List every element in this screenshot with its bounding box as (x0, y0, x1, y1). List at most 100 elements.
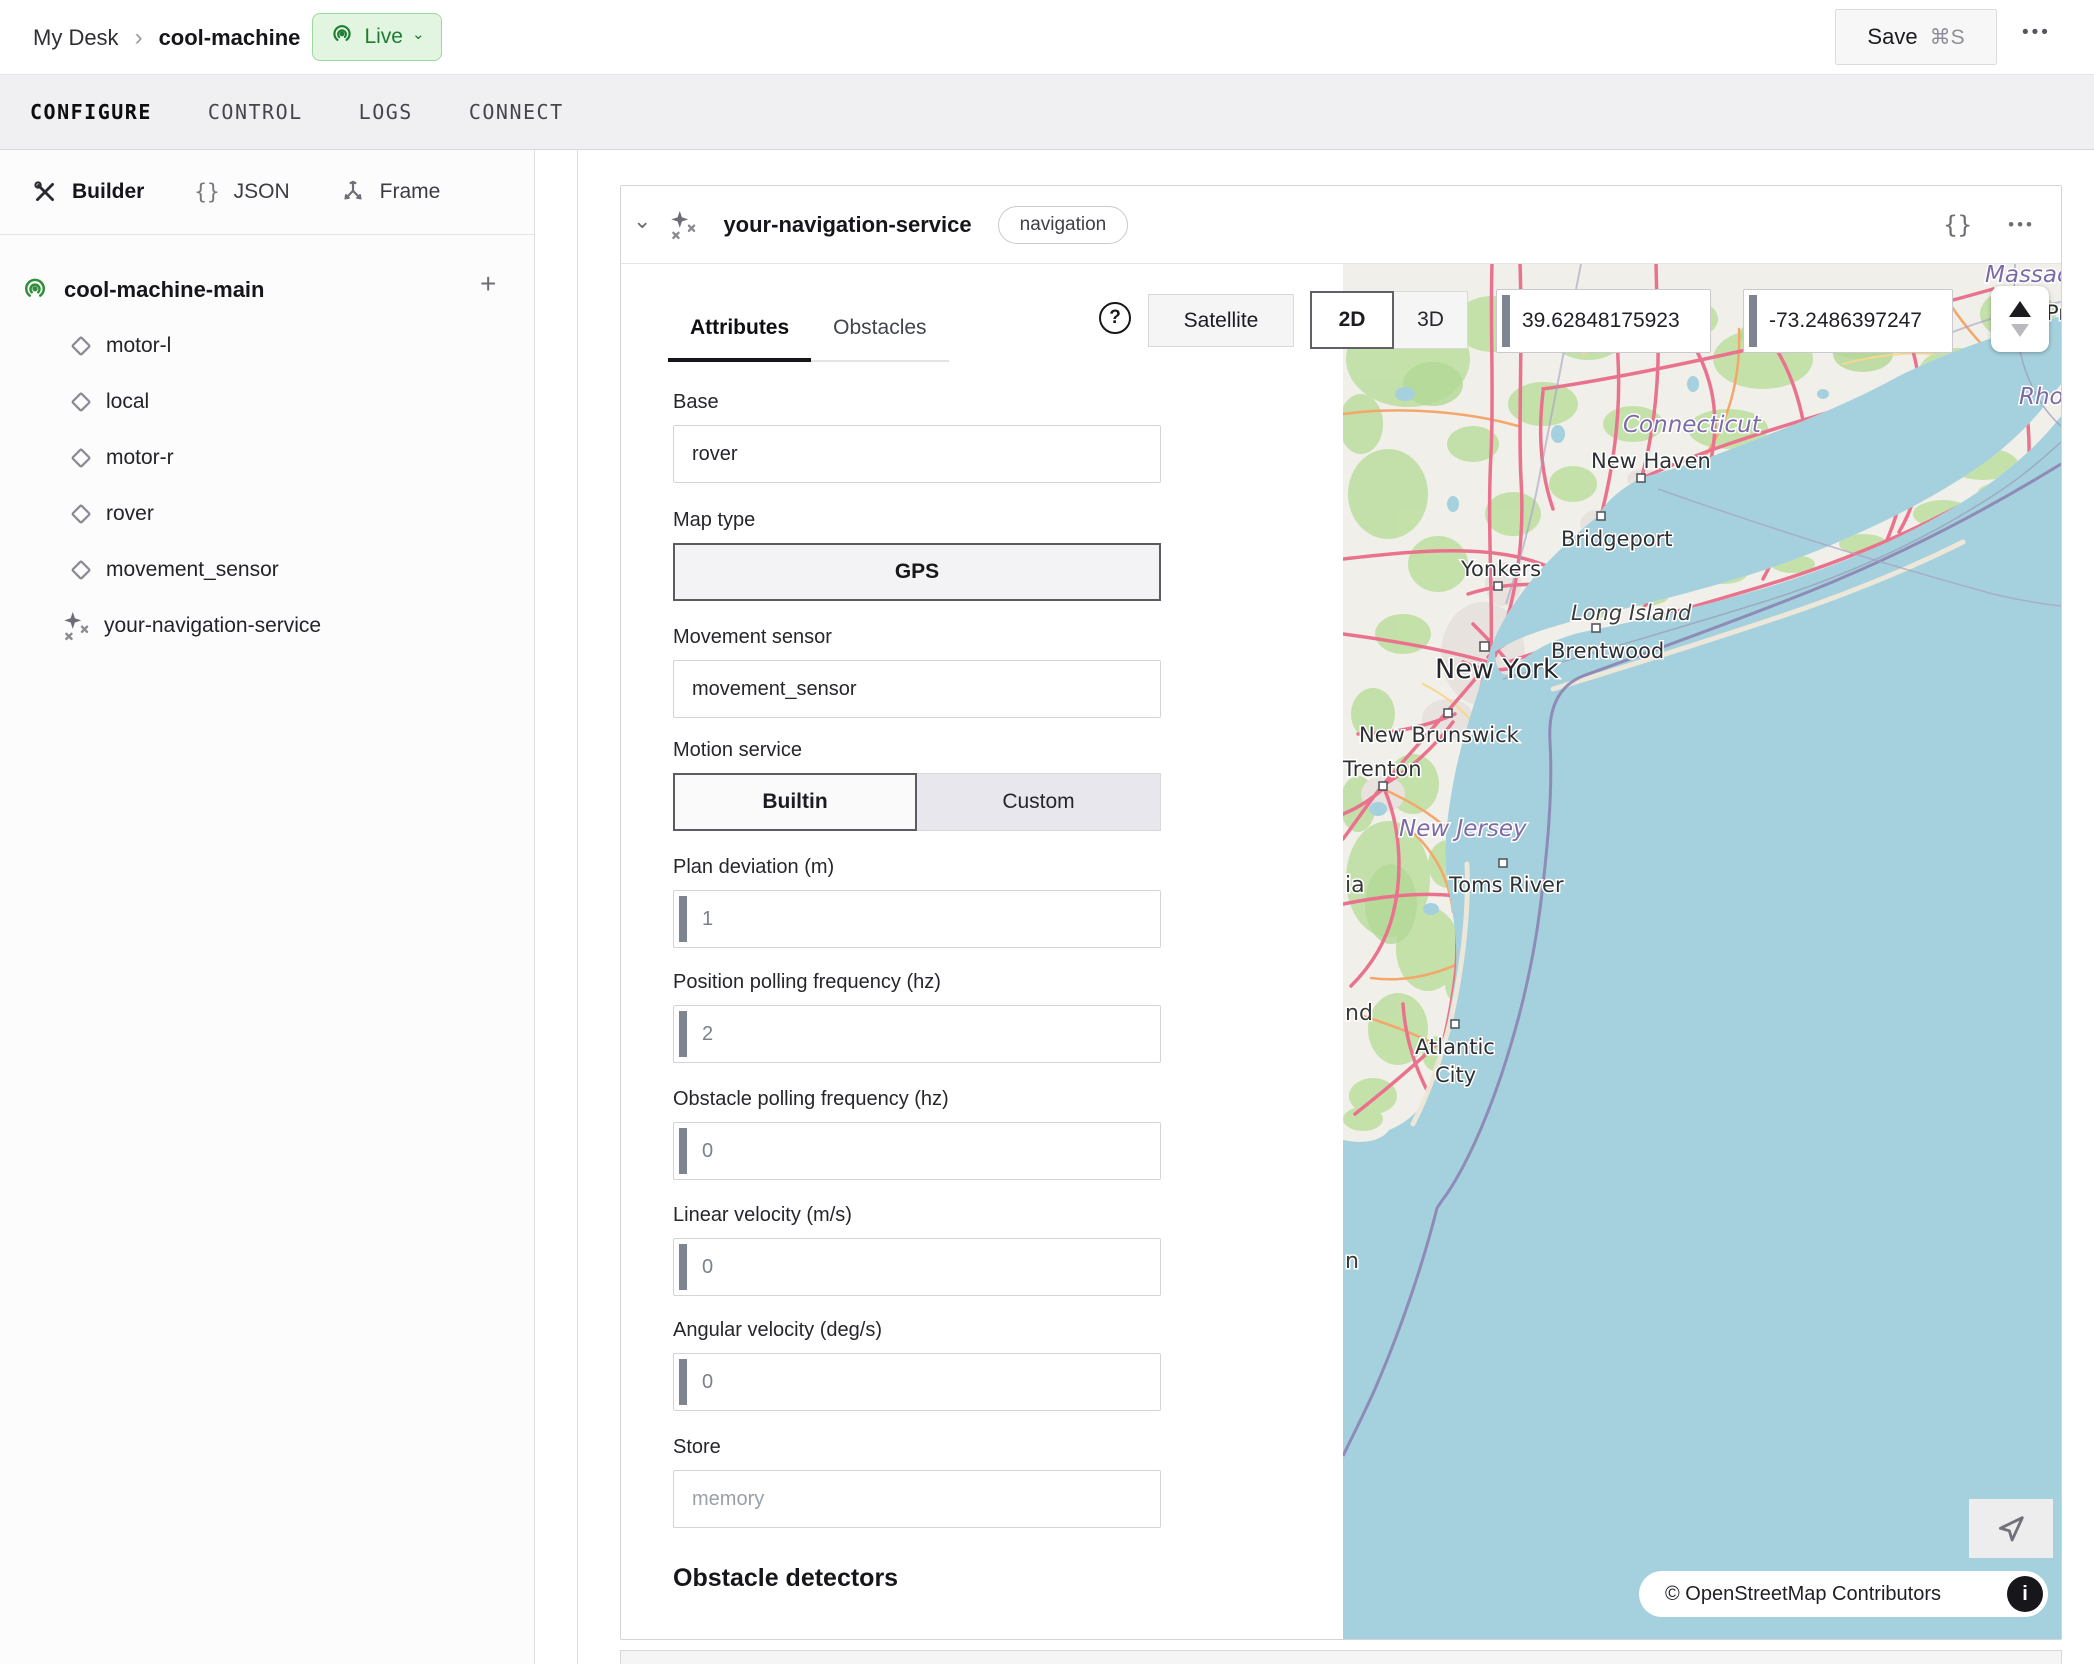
map-label-trenton: Trenton (1343, 757, 1422, 781)
tab-control[interactable]: CONTROL (208, 100, 303, 124)
zoom-in-icon[interactable] (2009, 301, 2031, 317)
tab-obstacles[interactable]: Obstacles (811, 304, 948, 360)
plan-deviation-input[interactable]: 1 (673, 890, 1161, 948)
navigation-map[interactable]: Connecticut Massac Rhod Pro New Haven Br… (1343, 264, 2061, 1639)
field-obstacle-polling: Obstacle polling frequency (hz) 0 (673, 1088, 1161, 1180)
frame-axes-icon (340, 179, 366, 205)
field-map-type: Map type GPS (673, 509, 1161, 601)
info-icon[interactable]: i (2007, 1576, 2043, 1612)
map-attribution: © OpenStreetMap Contributors i (1639, 1571, 2048, 1617)
save-shortcut: ⌘S (1930, 25, 1965, 50)
linear-velocity-label: Linear velocity (m/s) (673, 1204, 1161, 1227)
tab-attributes[interactable]: Attributes (668, 304, 811, 360)
more-menu-button[interactable]: ••• (2022, 22, 2051, 44)
next-card-edge[interactable] (620, 1650, 2062, 1664)
component-diamond-icon (66, 555, 96, 585)
sidebar-view-tabs: Builder {} JSON Frame (0, 150, 534, 235)
map-label-atlantic-city: City (1435, 1063, 1476, 1087)
help-icon[interactable]: ? (1099, 302, 1131, 334)
viewtab-json[interactable]: {} JSON (194, 180, 289, 204)
map-label-bridgeport: Bridgeport (1561, 527, 1673, 551)
viewtab-frame[interactable]: Frame (340, 179, 441, 205)
tab-connect[interactable]: CONNECT (469, 100, 564, 124)
add-component-button[interactable]: + (480, 270, 496, 298)
base-input[interactable]: rover (673, 425, 1161, 483)
angular-velocity-label: Angular velocity (deg/s) (673, 1319, 1161, 1342)
zoom-stepper[interactable] (1991, 286, 2049, 352)
map-label-fragment-nd: nd (1345, 1001, 1373, 1026)
field-movement-sensor: Movement sensor movement_sensor (673, 626, 1161, 718)
linear-velocity-input[interactable]: 0 (673, 1238, 1161, 1296)
service-title: your-navigation-service (723, 212, 971, 238)
tools-icon (32, 179, 58, 205)
map-label-long-island: Long Island (1571, 601, 1692, 625)
mode-3d-button[interactable]: 3D (1394, 291, 1468, 349)
top-bar: My Desk › cool-machine Live ⌄ Save ⌘S ••… (0, 0, 2094, 75)
motion-service-toggle: Builtin Custom (673, 773, 1161, 831)
tab-configure[interactable]: CONFIGURE (30, 100, 152, 124)
card-menu-icon[interactable]: ••• (2008, 215, 2035, 235)
machine-broadcast-icon (20, 275, 50, 305)
map-label-toms-river: Toms River (1448, 873, 1564, 897)
zoom-out-icon[interactable] (2011, 324, 2029, 337)
tree-item-label: your-navigation-service (104, 614, 321, 638)
map-label-brentwood: Brentwood (1551, 639, 1664, 663)
movement-sensor-input[interactable]: movement_sensor (673, 660, 1161, 718)
service-sparkle-icon (60, 609, 94, 643)
live-status-dropdown[interactable]: Live ⌄ (312, 13, 442, 61)
store-label: Store (673, 1436, 1161, 1459)
viewtab-json-label: JSON (234, 180, 290, 204)
viewtab-builder[interactable]: Builder (32, 179, 144, 205)
tree-item-motor-r[interactable]: motor-r (66, 436, 174, 480)
latitude-value: 39.62848175923 (1510, 309, 1680, 333)
obstacle-polling-input[interactable]: 0 (673, 1122, 1161, 1180)
tree-machine-row[interactable]: cool-machine-main (20, 268, 264, 312)
field-position-polling: Position polling frequency (hz) 2 (673, 971, 1161, 1063)
json-view-icon[interactable]: {} (1943, 211, 1972, 239)
angular-velocity-input[interactable]: 0 (673, 1353, 1161, 1411)
tree-item-local[interactable]: local (66, 380, 149, 424)
mode-2d-button[interactable]: 2D (1310, 291, 1394, 349)
tree-item-navigation-service[interactable]: your-navigation-service (60, 604, 321, 648)
map-label-new-jersey: New Jersey (1399, 816, 1527, 842)
tree-item-label: movement_sensor (106, 558, 279, 582)
braces-icon: {} (194, 180, 219, 204)
field-motion-service: Motion service Builtin Custom (673, 739, 1161, 831)
tree-item-label: local (106, 390, 149, 414)
map-type-gps-button[interactable]: GPS (673, 543, 1161, 601)
component-diamond-icon (66, 443, 96, 473)
store-input[interactable]: memory (673, 1470, 1161, 1528)
longitude-input[interactable]: -73.2486397247 (1743, 289, 1953, 353)
longitude-value: -73.2486397247 (1757, 309, 1922, 333)
tree-item-label: motor-r (106, 446, 174, 470)
component-diamond-icon (66, 387, 96, 417)
plan-deviation-label: Plan deviation (m) (673, 856, 1161, 879)
satellite-toggle-button[interactable]: Satellite (1148, 294, 1294, 347)
motion-custom-option[interactable]: Custom (917, 773, 1161, 831)
field-base: Base rover (673, 391, 1161, 483)
component-diamond-icon (66, 499, 96, 529)
motion-builtin-option[interactable]: Builtin (673, 773, 917, 831)
map-label-fragment-n: n (1345, 1249, 1359, 1274)
field-store: Store memory (673, 1436, 1161, 1528)
tree-item-label: rover (106, 502, 154, 526)
breadcrumb: My Desk › cool-machine (33, 0, 300, 75)
tree-item-motor-l[interactable]: motor-l (66, 324, 171, 368)
base-label: Base (673, 391, 1161, 414)
field-plan-deviation: Plan deviation (m) 1 (673, 856, 1161, 948)
save-button[interactable]: Save ⌘S (1835, 9, 1997, 65)
tab-logs[interactable]: LOGS (359, 100, 413, 124)
collapse-chevron-icon[interactable]: ⌄ (633, 208, 651, 234)
position-polling-input[interactable]: 2 (673, 1005, 1161, 1063)
breadcrumb-machine-name: cool-machine (159, 25, 301, 51)
tree-item-movement-sensor[interactable]: movement_sensor (66, 548, 279, 592)
breadcrumb-root[interactable]: My Desk (33, 25, 119, 51)
map-label-fragment-ia: ia (1345, 873, 1365, 898)
tree-item-rover[interactable]: rover (66, 492, 154, 536)
map-label-atlantic: Atlantic (1415, 1035, 1495, 1059)
map-label-yonkers: Yonkers (1460, 557, 1541, 581)
latitude-input[interactable]: 39.62848175923 (1496, 289, 1711, 353)
locate-button[interactable] (1969, 1499, 2053, 1558)
obstacle-polling-label: Obstacle polling frequency (hz) (673, 1088, 1161, 1111)
tree-item-label: motor-l (106, 334, 171, 358)
